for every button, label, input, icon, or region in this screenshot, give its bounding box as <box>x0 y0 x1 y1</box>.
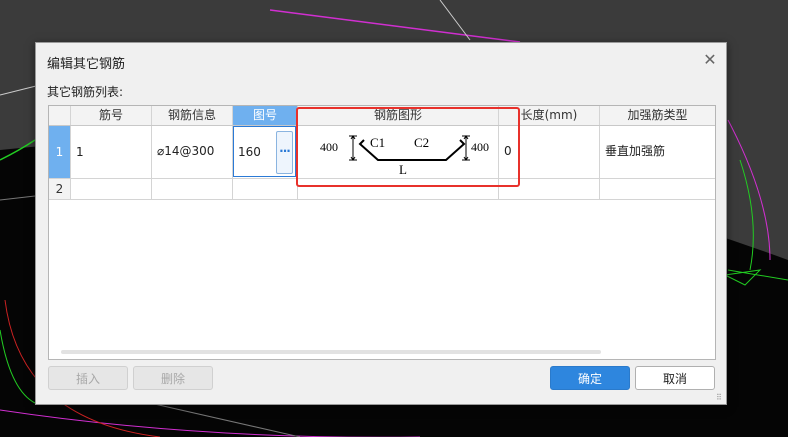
delete-button[interactable]: 删除 <box>133 366 213 390</box>
row-number[interactable]: 1 <box>49 126 71 178</box>
cell-reinforce-type[interactable]: 垂直加强筋 <box>600 126 715 178</box>
cancel-button[interactable]: 取消 <box>635 366 715 390</box>
figure-picker-button[interactable]: ··· <box>276 131 293 174</box>
cell-figure-no[interactable] <box>233 179 298 199</box>
cell-reinforce-type[interactable] <box>600 179 715 199</box>
rebar-list-label: 其它钢筋列表: <box>47 85 124 99</box>
highlight-box <box>296 107 520 187</box>
cell-rebar-info[interactable] <box>152 179 233 199</box>
header-bar-no[interactable]: 筋号 <box>71 106 152 125</box>
dialog-title: 编辑其它钢筋 <box>47 57 126 72</box>
header-reinforce-type[interactable]: 加强筋类型 <box>600 106 715 125</box>
row-number[interactable]: 2 <box>49 179 71 199</box>
cell-bar-no[interactable] <box>71 179 152 199</box>
edit-other-rebar-dialog: 编辑其它钢筋 ✕ 其它钢筋列表: 筋号 钢筋信息 图号 钢筋图形 长度(mm) … <box>35 42 727 405</box>
resize-grip-icon[interactable]: ⠿ <box>716 394 724 402</box>
figure-no-input[interactable]: 160 ··· <box>233 126 296 177</box>
insert-button[interactable]: 插入 <box>48 366 128 390</box>
ok-button[interactable]: 确定 <box>550 366 630 390</box>
header-rebar-info[interactable]: 钢筋信息 <box>152 106 233 125</box>
close-icon[interactable]: ✕ <box>702 52 718 68</box>
horizontal-scrollbar[interactable] <box>61 350 601 354</box>
header-corner <box>49 106 71 125</box>
header-figure-no[interactable]: 图号 <box>233 106 298 125</box>
cell-bar-no[interactable]: 1 <box>71 126 152 178</box>
figure-no-value[interactable]: 160 <box>238 127 261 177</box>
cell-rebar-info[interactable]: ⌀14@300 <box>152 126 233 178</box>
